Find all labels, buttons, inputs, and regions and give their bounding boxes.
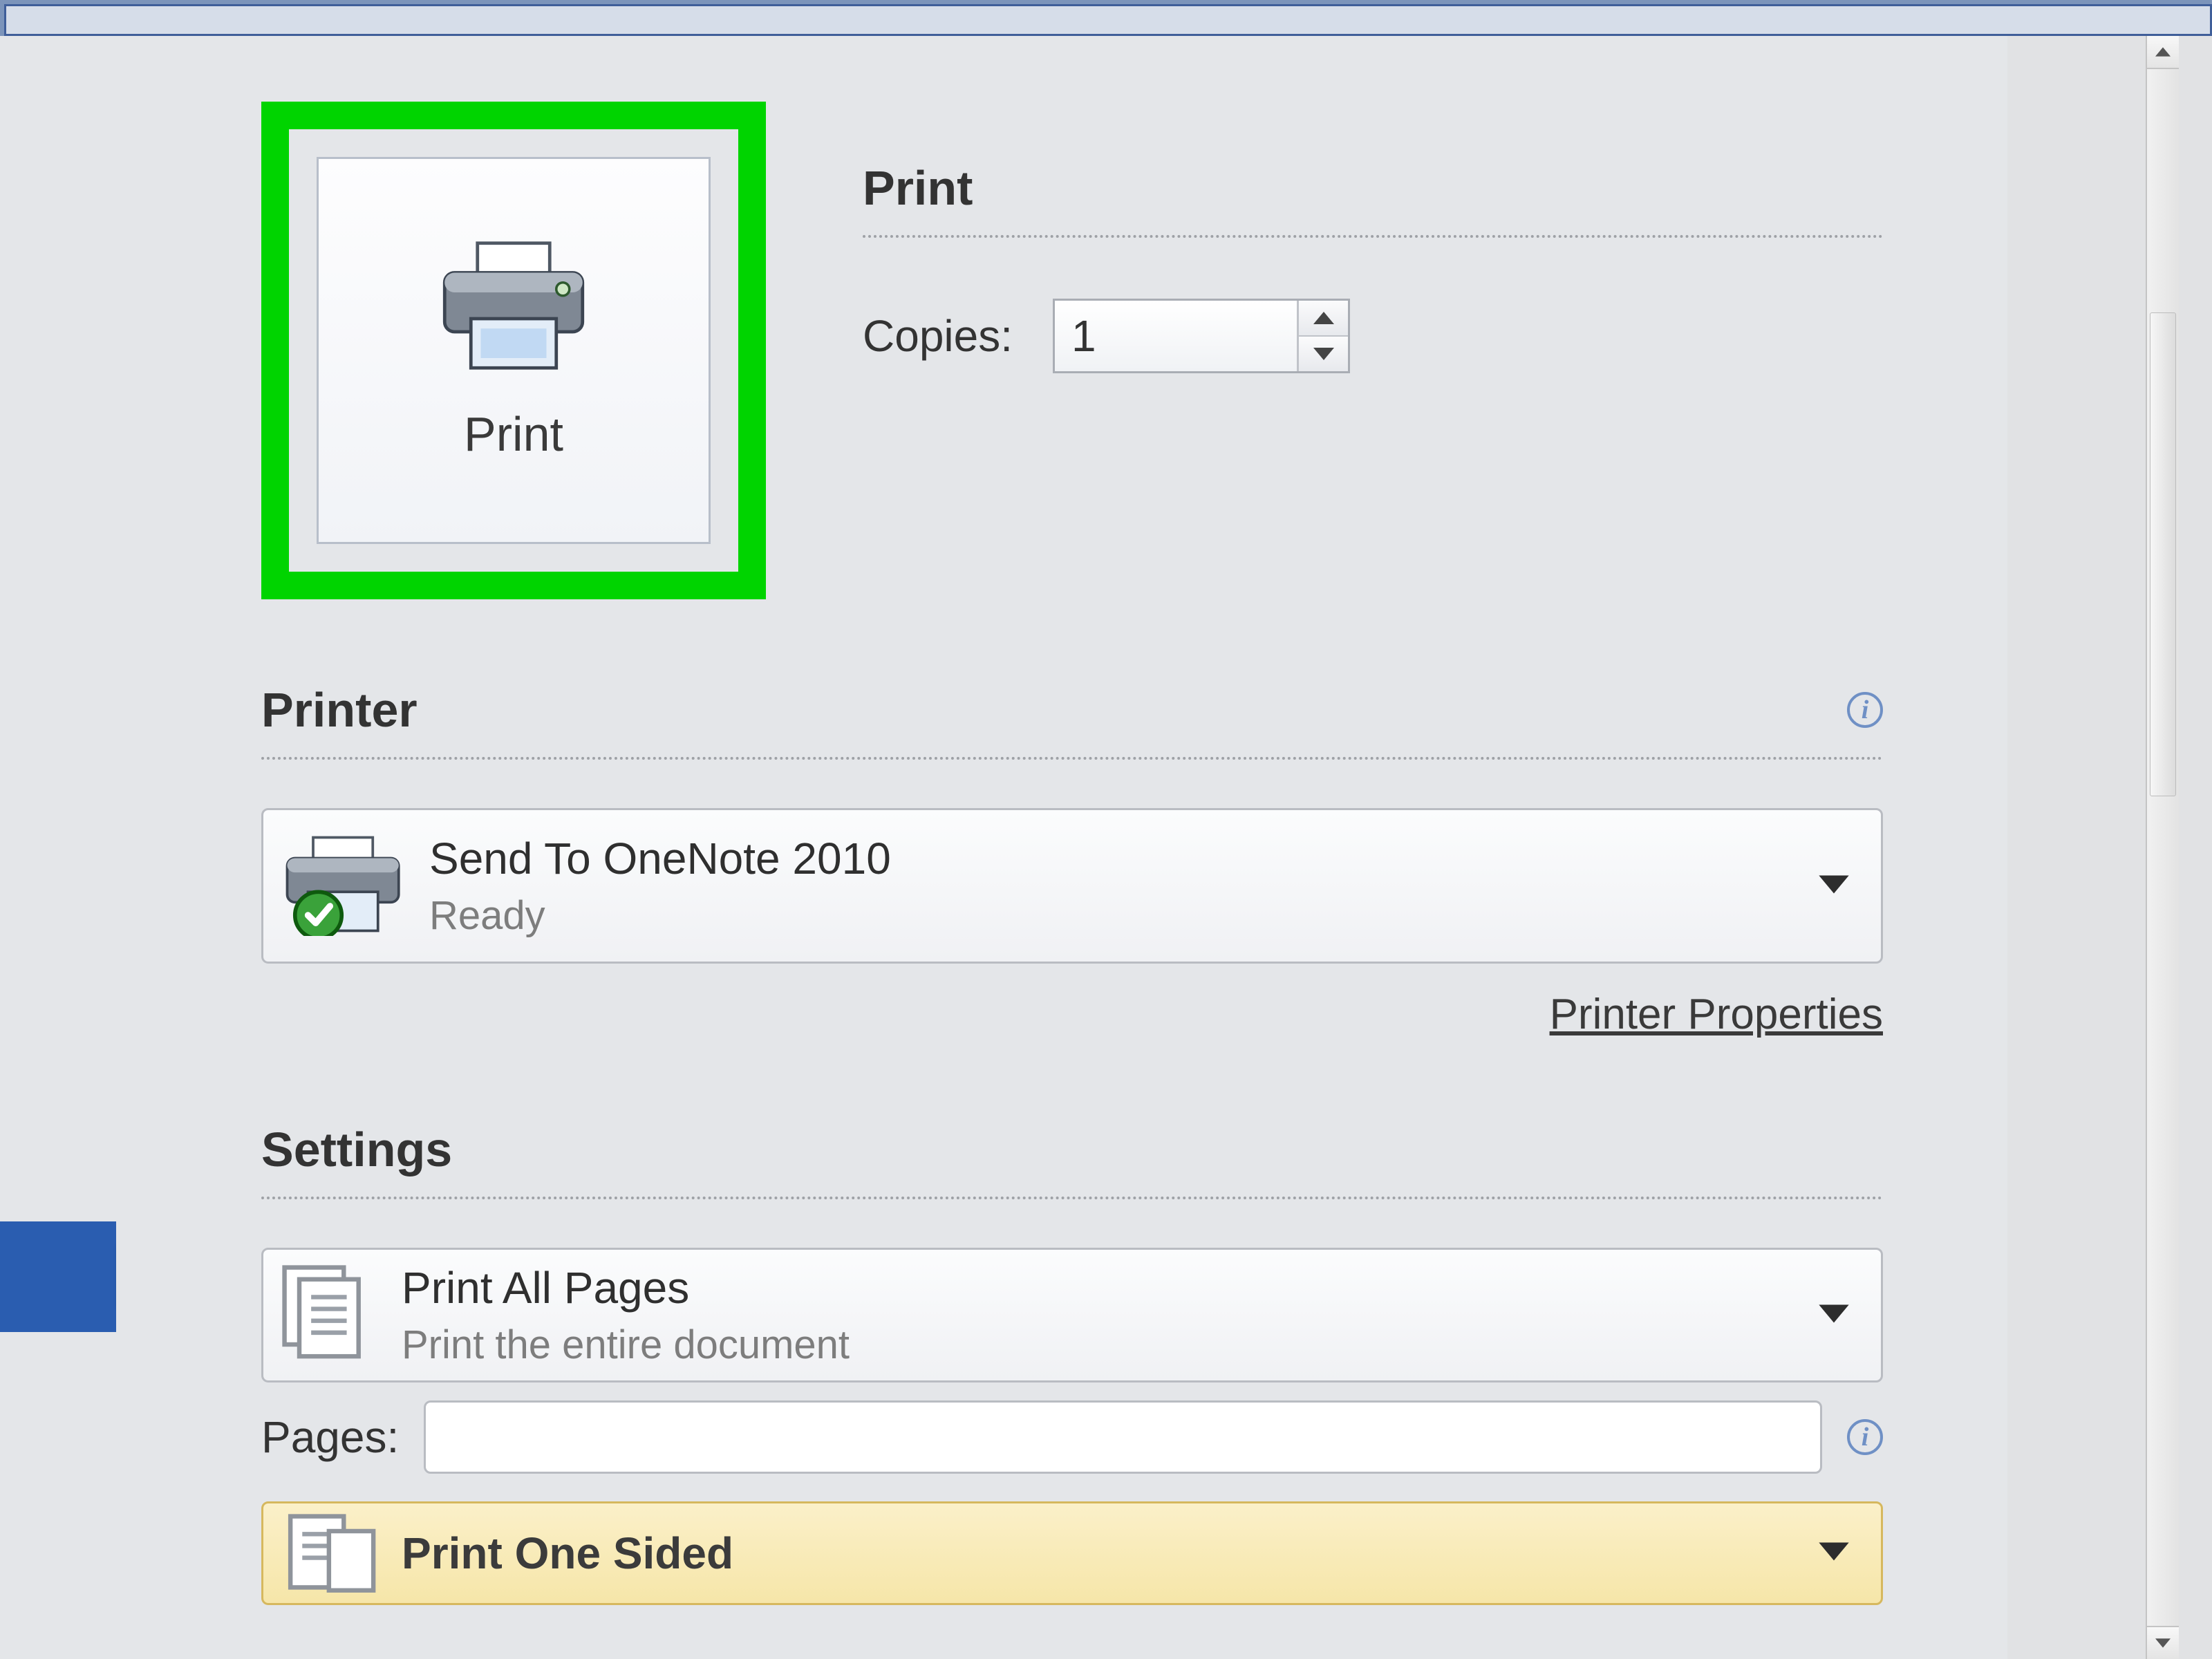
- copies-spinner[interactable]: 1: [1053, 299, 1350, 373]
- printer-ready-icon: [279, 832, 410, 939]
- scroll-down-button[interactable]: [2147, 1626, 2179, 1659]
- printer-name: Send To OneNote 2010: [429, 833, 891, 884]
- copies-increase[interactable]: [1299, 301, 1348, 337]
- copies-decrease[interactable]: [1299, 337, 1348, 371]
- chevron-down-icon: [1819, 875, 1849, 897]
- divider: [261, 757, 1883, 760]
- scroll-up-button[interactable]: [2147, 36, 2179, 69]
- printer-status: Ready: [429, 892, 891, 939]
- info-icon[interactable]: i: [1847, 1419, 1883, 1455]
- print-range-title: Print All Pages: [402, 1262, 850, 1313]
- vertical-scrollbar[interactable]: [2146, 36, 2179, 1659]
- tutorial-highlight: Print: [261, 102, 766, 599]
- print-range-select[interactable]: Print All Pages Print the entire documen…: [261, 1248, 1883, 1382]
- info-icon[interactable]: i: [1847, 692, 1883, 728]
- print-sided-title: Print One Sided: [402, 1528, 733, 1579]
- scroll-thumb[interactable]: [2150, 312, 2176, 796]
- pages-label: Pages:: [261, 1412, 399, 1463]
- print-button-label: Print: [464, 406, 563, 462]
- printer-icon: [431, 240, 597, 375]
- backstage-sidebar: [0, 36, 116, 1659]
- backstage-sidebar-active-tab[interactable]: [0, 1221, 116, 1332]
- window-titlebar-fragment: [0, 0, 2212, 36]
- divider: [863, 235, 1883, 238]
- divider: [261, 1197, 1883, 1199]
- printer-properties-link[interactable]: Printer Properties: [1550, 991, 1883, 1038]
- page-icon: [279, 1507, 382, 1600]
- print-heading: Print: [863, 160, 1883, 216]
- printer-select[interactable]: Send To OneNote 2010 Ready: [261, 808, 1883, 964]
- print-sided-select[interactable]: Print One Sided: [261, 1501, 1883, 1605]
- print-range-subtitle: Print the entire document: [402, 1322, 850, 1368]
- chevron-down-icon: [1819, 1543, 1849, 1564]
- print-button[interactable]: Print: [317, 157, 711, 544]
- copies-value[interactable]: 1: [1055, 301, 1297, 371]
- chevron-down-icon: [1819, 1304, 1849, 1326]
- printer-section-title: Printer: [261, 682, 418, 738]
- copies-label: Copies:: [863, 310, 1013, 362]
- right-gutter: [2007, 36, 2212, 1659]
- document-stack-icon: [279, 1262, 382, 1369]
- pages-input[interactable]: [424, 1400, 1822, 1474]
- settings-section-title: Settings: [261, 1122, 452, 1177]
- print-panel: Print Print Copies: 1 Printer i: [116, 36, 2007, 1659]
